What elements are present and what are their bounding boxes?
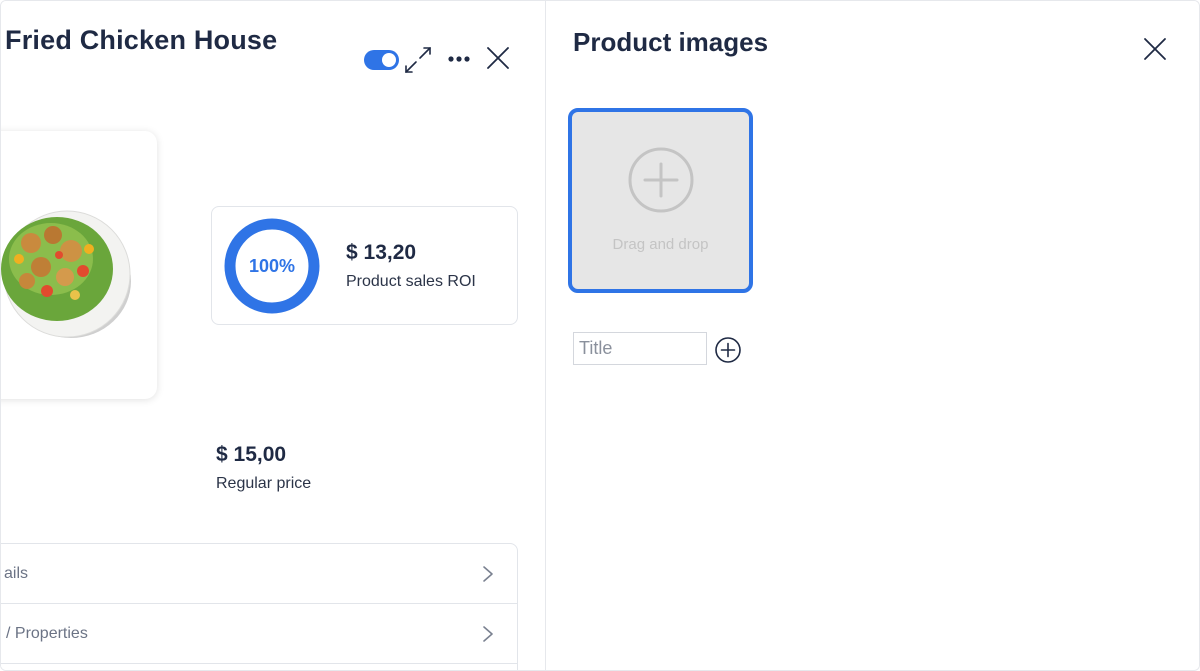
chevron-right-icon <box>483 566 493 582</box>
menu-item-label: / Properties <box>6 625 88 642</box>
roi-label: Product sales ROI <box>346 273 476 290</box>
regular-price-value: $ 15,00 <box>216 443 287 466</box>
toggle-knob <box>382 53 396 67</box>
published-toggle[interactable] <box>364 50 399 70</box>
image-title-input[interactable] <box>573 332 707 365</box>
product-menu-list: ails / Properties <box>1 543 518 670</box>
roi-card: 100% $ 13,20 Product sales ROI <box>211 206 518 325</box>
product-image-card[interactable] <box>1 131 157 399</box>
panel-title: Product images <box>573 27 769 57</box>
salad-plate-image <box>1 210 131 338</box>
product-detail-panel: Fried Chicken House 100% $ 13,20 Product… <box>1 1 546 670</box>
close-icon[interactable] <box>485 45 511 71</box>
menu-item-label: ails <box>4 565 29 582</box>
expand-icon[interactable] <box>403 45 433 75</box>
menu-item-details[interactable]: ails <box>1 544 517 604</box>
roi-percent-label: 100% <box>248 255 296 276</box>
more-options-icon[interactable] <box>445 47 473 71</box>
menu-item-properties[interactable]: / Properties <box>1 604 517 664</box>
roi-value: $ 13,20 <box>346 241 417 264</box>
image-dropzone[interactable]: Drag and drop <box>568 108 753 293</box>
product-images-panel: Product images Drag and drop <box>547 1 1199 670</box>
close-icon[interactable] <box>1142 36 1168 62</box>
regular-price-label: Regular price <box>216 475 312 492</box>
plus-circle-icon <box>628 147 694 213</box>
chevron-right-icon <box>483 626 493 642</box>
dropzone-text: Drag and drop <box>612 236 709 253</box>
app-frame: Fried Chicken House 100% $ 13,20 Product… <box>0 0 1200 671</box>
product-title: Fried Chicken House <box>5 25 278 55</box>
plus-circle-icon[interactable] <box>714 336 742 364</box>
